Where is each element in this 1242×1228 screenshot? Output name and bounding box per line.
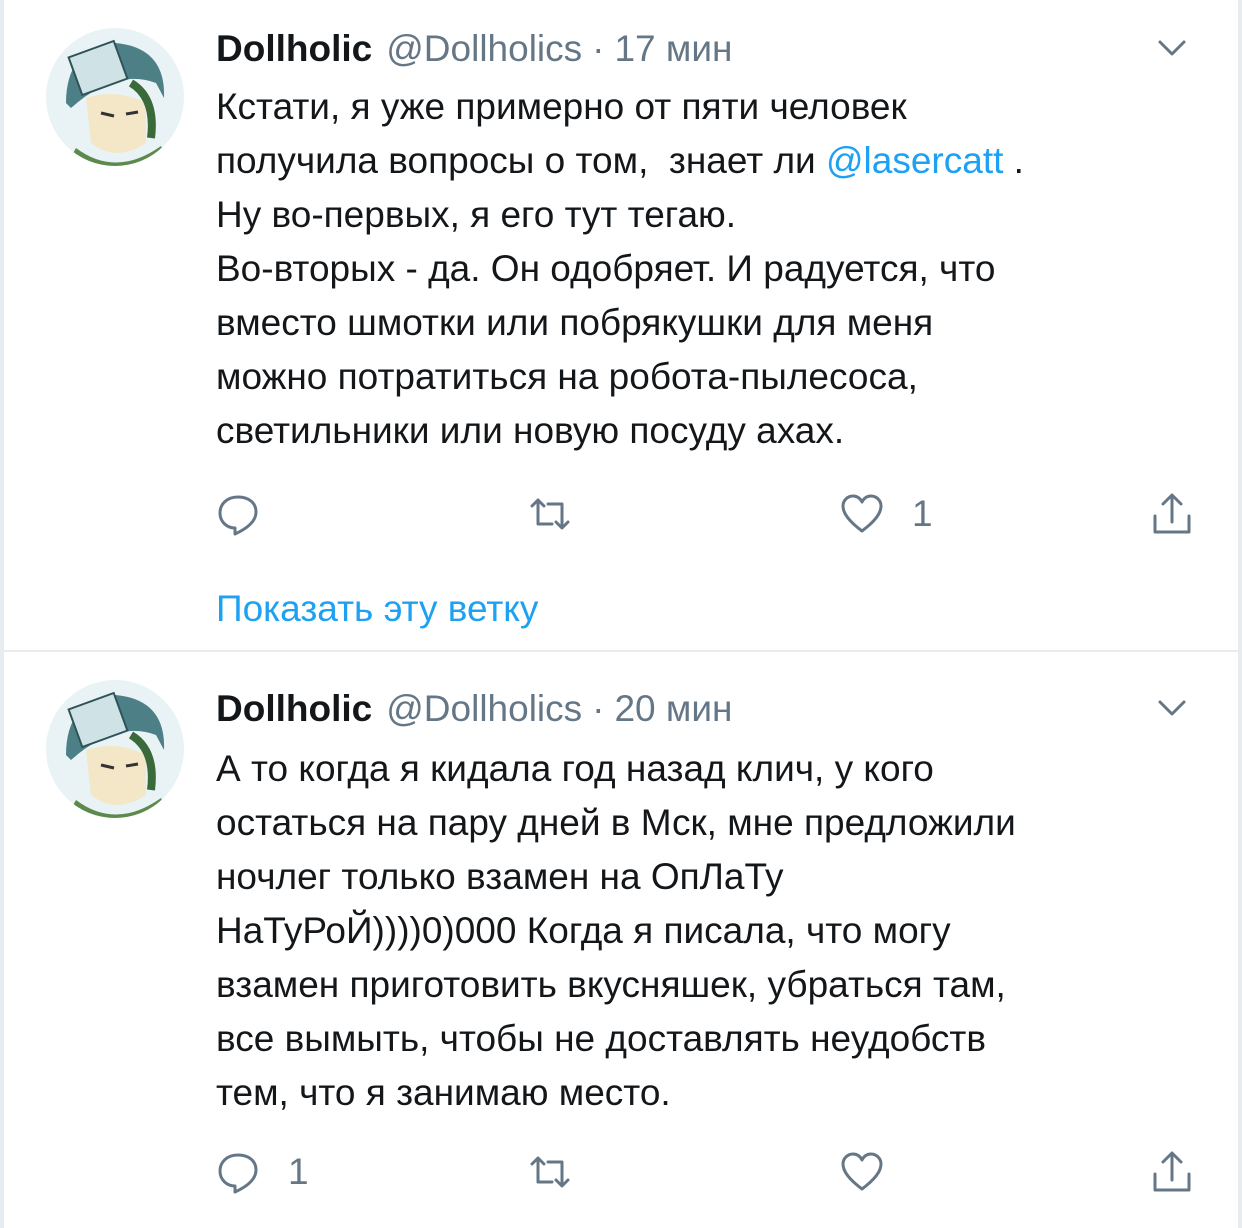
tweet-text: Кстати, я уже примерно от пяти человек п… — [216, 80, 1206, 458]
like-count: 1 — [912, 493, 933, 534]
retweet-button[interactable] — [528, 484, 600, 544]
like-button[interactable] — [840, 1142, 912, 1202]
reply-bubble-icon — [218, 495, 258, 536]
heart-icon — [841, 1152, 883, 1191]
tweet-actions: 1 — [216, 1142, 1198, 1202]
separator-dot: · — [592, 688, 605, 729]
like-button[interactable]: 1 — [840, 484, 933, 544]
display-name[interactable]: Dollholic — [216, 688, 372, 729]
show-thread-link[interactable]: Показать эту ветку — [216, 582, 538, 636]
user-handle[interactable]: @Dollholics — [386, 688, 582, 729]
retweet-icon — [530, 498, 570, 530]
reply-bubble-icon — [218, 1153, 258, 1194]
timestamp[interactable]: 20 мин — [614, 688, 732, 729]
tweet-actions: 1 — [216, 484, 1198, 544]
share-button[interactable] — [1150, 1142, 1194, 1202]
avatar[interactable] — [46, 28, 184, 166]
tweet-header: Dollholic @Dollholics · 20 мин — [216, 684, 1178, 734]
display-name[interactable]: Dollholic — [216, 28, 372, 69]
tweet[interactable]: Dollholic @Dollholics · 20 мин А то когда я… — [4, 652, 1238, 1228]
reply-count: 1 — [288, 1151, 309, 1192]
user-handle[interactable]: @Dollholics — [386, 28, 582, 69]
tweet-text-part: . Ну во-первых, я его тут тегаю. Во-втор… — [216, 140, 1024, 451]
tweet-header: Dollholic @Dollholics · 17 мин — [216, 24, 1178, 74]
share-icon — [1153, 1151, 1191, 1192]
tweet[interactable]: Dollholic @Dollholics · 17 мин Кстати, я уж… — [4, 0, 1238, 650]
share-icon — [1153, 493, 1191, 534]
timestamp[interactable]: 17 мин — [614, 28, 732, 69]
heart-icon — [841, 494, 883, 533]
chevron-down-icon[interactable] — [1154, 694, 1190, 722]
reply-button[interactable]: 1 — [216, 1142, 309, 1202]
right-border — [1238, 0, 1242, 1228]
chevron-down-icon[interactable] — [1154, 34, 1190, 62]
retweet-icon — [530, 1156, 570, 1188]
separator-dot: · — [592, 28, 605, 69]
reply-button[interactable] — [216, 484, 288, 544]
share-button[interactable] — [1150, 484, 1194, 544]
avatar[interactable] — [46, 680, 184, 818]
tweet-text-part: Кстати, я уже примерно от пяти человек п… — [216, 86, 907, 181]
mention-link[interactable]: @lasercatt — [826, 140, 1003, 181]
retweet-button[interactable] — [528, 1142, 600, 1202]
tweet-text: А то когда я кидала год назад клич, у ко… — [216, 748, 1016, 1113]
